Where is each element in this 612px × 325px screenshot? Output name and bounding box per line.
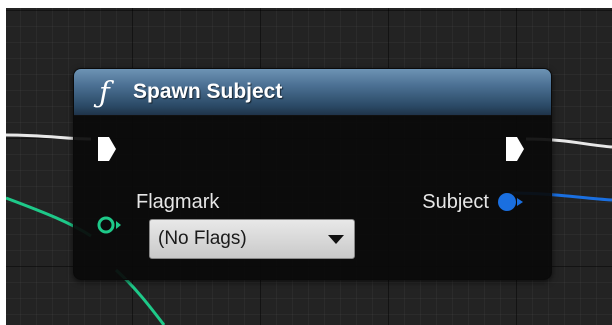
flagmark-pin-label: Flagmark bbox=[136, 191, 220, 213]
exec-output-pin-icon[interactable] bbox=[504, 135, 526, 163]
chevron-down-icon bbox=[328, 235, 344, 244]
exec-input-pin-icon[interactable] bbox=[96, 135, 118, 163]
spawn-subject-node[interactable]: ƒ Spawn Subject Flagmark (No Flags) Subj… bbox=[73, 68, 552, 280]
node-title: Spawn Subject bbox=[133, 80, 283, 103]
blueprint-graph-canvas[interactable]: ƒ Spawn Subject Flagmark (No Flags) Subj… bbox=[6, 8, 612, 325]
node-header[interactable]: ƒ Spawn Subject bbox=[74, 69, 551, 116]
subject-pin-label: Subject bbox=[422, 191, 489, 213]
subject-output-pin-icon[interactable] bbox=[496, 190, 526, 214]
flagmark-input-pin-icon[interactable] bbox=[96, 213, 124, 237]
function-icon: ƒ bbox=[99, 75, 110, 109]
flags-dropdown[interactable]: (No Flags) bbox=[149, 219, 355, 259]
flags-dropdown-value: (No Flags) bbox=[158, 228, 247, 249]
